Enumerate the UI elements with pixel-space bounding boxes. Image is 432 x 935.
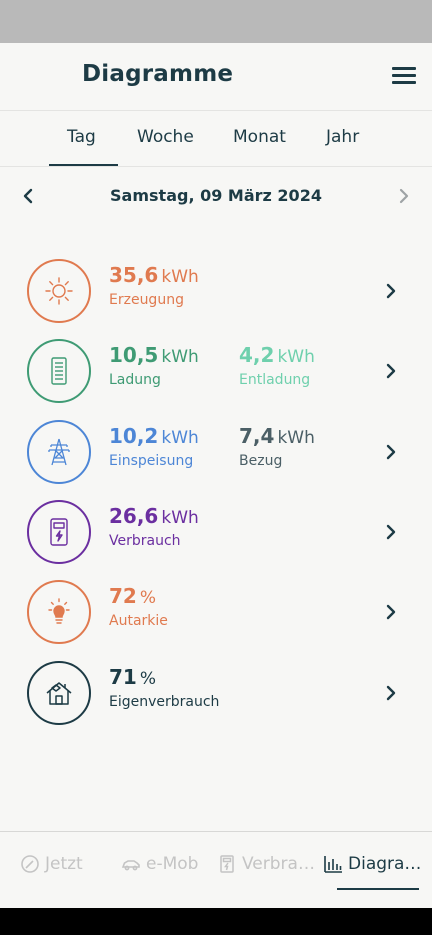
- metric-row-erzeugung[interactable]: 35,6 kWh Erzeugung: [0, 256, 432, 326]
- car-icon: [121, 860, 140, 871]
- nav-e-mob[interactable]: e-Mob: [121, 852, 198, 876]
- autarkie-value: 72: [109, 584, 137, 608]
- autarkie-unit: %: [139, 588, 156, 608]
- eigenverbrauch-label: Eigenverbrauch: [109, 694, 220, 710]
- chevron-right-icon: [386, 444, 396, 460]
- autarkie-label: Autarkie: [109, 613, 168, 629]
- bezug-unit: kWh: [277, 428, 315, 448]
- tab-woche[interactable]: Woche: [137, 127, 194, 147]
- meter-icon: [27, 500, 91, 564]
- chevron-right-icon: [386, 604, 396, 620]
- nav-verbrauch[interactable]: Verbra…: [217, 852, 315, 876]
- house-icon: [27, 661, 91, 725]
- bar-chart-icon: [324, 856, 342, 873]
- einspeisung-metric: 10,2 kWh Einspeisung: [109, 424, 199, 469]
- erzeugung-unit: kWh: [161, 267, 199, 287]
- meter-icon: [220, 855, 234, 873]
- eigenverbrauch-value: 71: [109, 665, 137, 689]
- chevron-right-icon: [386, 283, 396, 299]
- erzeugung-label: Erzeugung: [109, 292, 184, 308]
- tab-tag[interactable]: Tag: [67, 127, 96, 147]
- metric-row-einspeisung[interactable]: 10,2 kWh Einspeisung 7,4 kWh Bezug: [0, 417, 432, 487]
- erzeugung-metric: 35,6 kWh Erzeugung: [109, 263, 199, 308]
- power-tower-icon: [27, 420, 91, 484]
- verbrauch-value: 26,6: [109, 504, 159, 528]
- einspeisung-value: 10,2: [109, 424, 159, 448]
- tab-jahr[interactable]: Jahr: [326, 127, 359, 147]
- bezug-value: 7,4: [239, 424, 275, 448]
- nav-e-mob-label: e-Mob: [146, 854, 199, 874]
- entladung-unit: kWh: [277, 347, 315, 367]
- eigenverbrauch-metric: 71% Eigenverbrauch: [109, 665, 219, 710]
- chevron-right-icon: [386, 363, 396, 379]
- current-date: Samstag, 09 März 2024: [110, 186, 322, 205]
- tab-monat[interactable]: Monat: [233, 127, 286, 147]
- sun-icon: [27, 259, 91, 323]
- autarkie-metric: 72% Autarkie: [109, 584, 168, 629]
- nav-diagramme[interactable]: Diagra…: [323, 852, 421, 876]
- bezug-label: Bezug: [239, 453, 283, 469]
- entladung-value: 4,2: [239, 343, 275, 367]
- lightbulb-icon: [27, 580, 91, 644]
- entladung-label: Entladung: [239, 372, 311, 388]
- metric-row-ladung[interactable]: 10,5 kWh Ladung 4,2 kWh Entladung: [0, 336, 432, 406]
- nav-diagramme-label: Diagra…: [348, 854, 422, 874]
- page-title: Diagramme: [82, 61, 234, 87]
- erzeugung-value: 35,6: [109, 263, 159, 287]
- app-header: Diagramme: [0, 43, 432, 111]
- einspeisung-unit: kWh: [161, 428, 199, 448]
- metric-row-verbrauch[interactable]: 26,6 kWh Verbrauch: [0, 497, 432, 567]
- system-nav-bar: [0, 908, 432, 935]
- bottom-navigation: Jetzt e-Mob Verbra… Diagra…: [0, 831, 432, 908]
- status-bar: [0, 0, 432, 43]
- eigenverbrauch-unit: %: [139, 669, 156, 689]
- nav-jetzt[interactable]: Jetzt: [20, 852, 83, 876]
- metric-row-autarkie[interactable]: 72% Autarkie: [0, 577, 432, 647]
- active-nav-indicator: [337, 888, 419, 890]
- battery-icon: [27, 339, 91, 403]
- chevron-right-icon: [386, 524, 396, 540]
- ladung-value: 10,5: [109, 343, 159, 367]
- verbrauch-unit: kWh: [161, 508, 199, 528]
- gauge-icon: [21, 855, 39, 873]
- period-tabs: Tag Woche Monat Jahr: [0, 111, 432, 167]
- verbrauch-metric: 26,6 kWh Verbrauch: [109, 504, 199, 549]
- hamburger-menu-icon[interactable]: [392, 67, 416, 87]
- einspeisung-label: Einspeisung: [109, 453, 194, 469]
- nav-jetzt-label: Jetzt: [45, 854, 83, 874]
- chevron-right-icon[interactable]: [394, 185, 414, 207]
- verbrauch-label: Verbrauch: [109, 533, 181, 549]
- bezug-metric: 7,4 kWh Bezug: [239, 424, 315, 469]
- metric-row-eigenverbrauch[interactable]: 71% Eigenverbrauch: [0, 658, 432, 728]
- ladung-label: Ladung: [109, 372, 161, 388]
- active-tab-indicator: [49, 164, 118, 166]
- ladung-metric: 10,5 kWh Ladung: [109, 343, 199, 388]
- chevron-right-icon: [386, 685, 396, 701]
- ladung-unit: kWh: [161, 347, 199, 367]
- date-navigator: Samstag, 09 März 2024: [0, 168, 432, 224]
- entladung-metric: 4,2 kWh Entladung: [239, 343, 315, 388]
- nav-verbrauch-label: Verbra…: [242, 854, 315, 874]
